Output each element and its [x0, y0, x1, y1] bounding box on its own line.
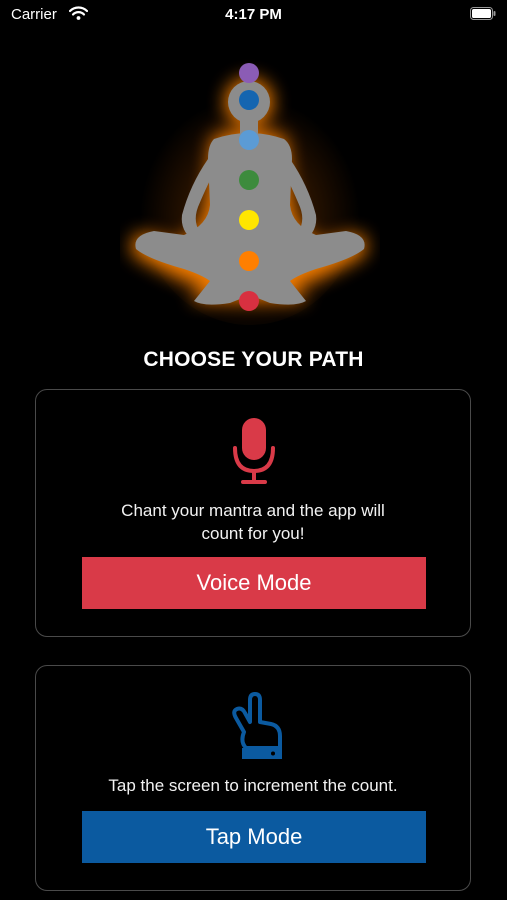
tap-hand-icon	[232, 692, 282, 759]
clock: 4:17 PM	[225, 6, 282, 23]
voice-mode-button[interactable]: Voice Mode	[82, 557, 426, 609]
tap-mode-description: Tap the screen to increment the count.	[108, 776, 398, 795]
tap-mode-card: Tap the screen to increment the count. T…	[35, 665, 471, 891]
tap-mode-button-label: Tap Mode	[205, 824, 303, 849]
meditation-figure-icon	[131, 63, 367, 325]
voice-mode-button-label: Voice Mode	[196, 570, 312, 595]
voice-description-line-2: count for you!	[201, 524, 305, 543]
microphone-icon	[233, 418, 275, 484]
page-title: CHOOSE YOUR PATH	[143, 348, 364, 371]
tap-mode-button[interactable]: Tap Mode	[82, 811, 426, 863]
voice-mode-card: Chant your mantra and the app will count…	[35, 389, 471, 637]
voice-description-line-1: Chant your mantra and the app will	[121, 501, 385, 520]
battery-icon	[470, 7, 496, 20]
voice-mode-description: Chant your mantra and the app will count…	[36, 499, 470, 545]
status-bar: Carrier 4:17 PM	[0, 0, 507, 30]
